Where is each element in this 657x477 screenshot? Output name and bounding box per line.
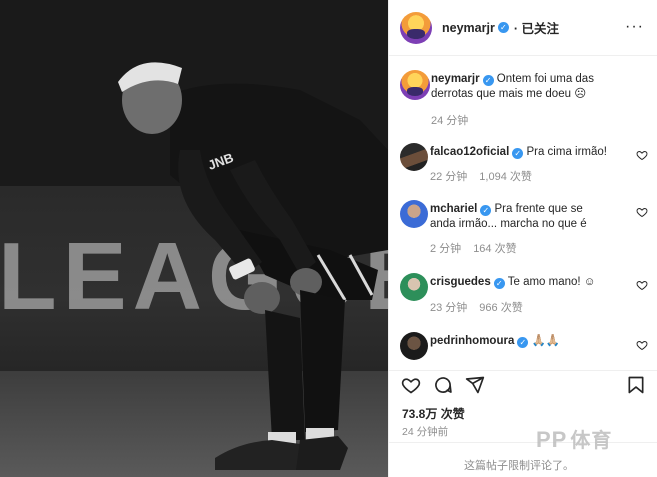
follow-status[interactable]: · 已关注 [514,18,559,37]
verified-badge-icon: ✓ [517,337,529,348]
comment-likes[interactable]: 966 次赞 [479,302,522,314]
comment-text: Te amo mano! ☺ [507,276,596,288]
comment-username[interactable]: mchariel [430,203,477,215]
verified-badge-icon: ✓ [497,22,509,33]
like-comment-heart-icon[interactable] [636,206,648,218]
heart-icon[interactable] [401,375,421,395]
bookmark-icon[interactable] [626,375,646,395]
post-action-bar [389,370,657,394]
comment-time[interactable]: 2 分钟 [430,243,461,255]
comment-time[interactable]: 23 分钟 [430,302,467,314]
share-icon[interactable] [465,375,485,395]
commenter-avatar[interactable] [400,143,428,171]
verified-badge-icon: ✓ [482,75,494,86]
post-header: neymarjr ✓ · 已关注 ··· [389,0,657,56]
comment-body: pedrinhomoura ✓ 🙏🏼🙏🏼 [430,334,626,349]
comment-likes[interactable]: 1,094 次赞 [479,171,532,183]
caption-avatar[interactable] [400,70,430,100]
comment-text: Pra cima irmão! [526,146,607,158]
post-caption: neymarjr ✓ Ontem foi uma das derrotas que… [400,70,648,130]
caption-time[interactable]: 24 分钟 [431,115,468,127]
posted-time[interactable]: 24 分钟前 [402,424,448,439]
comment-icon[interactable] [433,375,453,395]
comment-meta: 2 分钟 164 次赞 [430,240,517,256]
comments-footer: 这篇帖子限制评论了。 [389,442,657,477]
comment-body: falcao12oficial ✓ Pra cima irmão! [430,145,626,160]
comment-time[interactable]: 22 分钟 [430,171,467,183]
comment-likes[interactable]: 164 次赞 [473,243,516,255]
comment-meta: 22 分钟 1,094 次赞 [430,168,532,184]
comment-item: crisguedes ✓ Te amo mano! ☺ 23 分钟 966 次赞 [400,273,648,318]
comment-item: pedrinhomoura ✓ 🙏🏼🙏🏼 [400,332,648,362]
author-username[interactable]: neymarjr [442,21,495,35]
like-comment-heart-icon[interactable] [636,149,648,161]
post-side-panel: neymarjr ✓ · 已关注 ··· neymarjr ✓ Ontem foi… [388,0,657,477]
watermark-cjk: 体育 [570,430,613,452]
author-avatar[interactable] [400,11,432,44]
caption-text-block: neymarjr ✓ Ontem foi uma das derrotas que… [431,72,627,102]
instagram-post: LEAGUE JNB [0,0,657,477]
more-options-icon[interactable]: ··· [625,18,644,36]
commenter-avatar[interactable] [400,273,428,301]
like-comment-heart-icon[interactable] [636,279,648,291]
post-photo[interactable]: LEAGUE JNB [0,0,388,477]
caption-meta: 24 分钟 [431,112,468,128]
comment-body: mchariel ✓ Pra frente que se anda irmão..… [430,202,606,232]
commenter-avatar[interactable] [400,332,428,360]
like-count[interactable]: 73.8万 次赞 [402,405,465,422]
comment-username[interactable]: falcao12oficial [430,146,509,158]
comments-limited-notice: 这篇帖子限制评论了。 [464,460,574,472]
comment-text: 🙏🏼🙏🏼 [531,335,561,347]
comment-item: mchariel ✓ Pra frente que se anda irmão..… [400,200,648,258]
watermark-latin: PP [536,427,568,452]
verified-badge-icon: ✓ [512,148,524,159]
verified-badge-icon: ✓ [480,205,492,216]
comment-meta: 23 分钟 966 次赞 [430,299,523,315]
commenter-avatar[interactable] [400,200,428,228]
comment-body: crisguedes ✓ Te amo mano! ☺ [430,275,626,290]
comment-username[interactable]: crisguedes [430,276,491,288]
player-figure: JNB [118,62,388,470]
verified-badge-icon: ✓ [493,278,505,289]
comment-username[interactable]: pedrinhomoura [430,335,514,347]
watermark: PP 体育 [536,424,612,453]
like-comment-heart-icon[interactable] [636,339,648,351]
comment-item: falcao12oficial ✓ Pra cima irmão! 22 分钟 1,… [400,143,648,188]
caption-username[interactable]: neymarjr [431,73,480,85]
